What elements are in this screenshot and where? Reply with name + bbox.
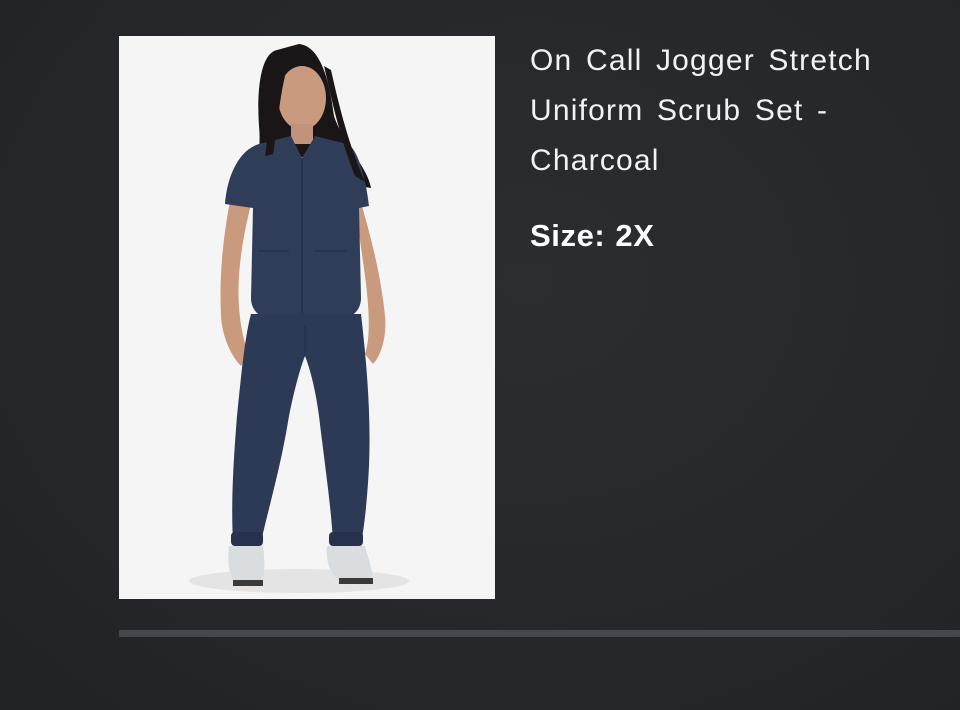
size-label: Size: [530,218,606,253]
size-value: 2X [615,218,655,253]
size-line: Size: 2X [530,214,654,258]
divider [119,630,960,637]
product-title[interactable]: On Call Jogger Stretch Uniform Scrub Set… [530,36,930,186]
product-image[interactable] [119,36,495,599]
product-photo-icon [119,36,495,599]
product-card: On Call Jogger Stretch Uniform Scrub Set… [0,0,960,710]
